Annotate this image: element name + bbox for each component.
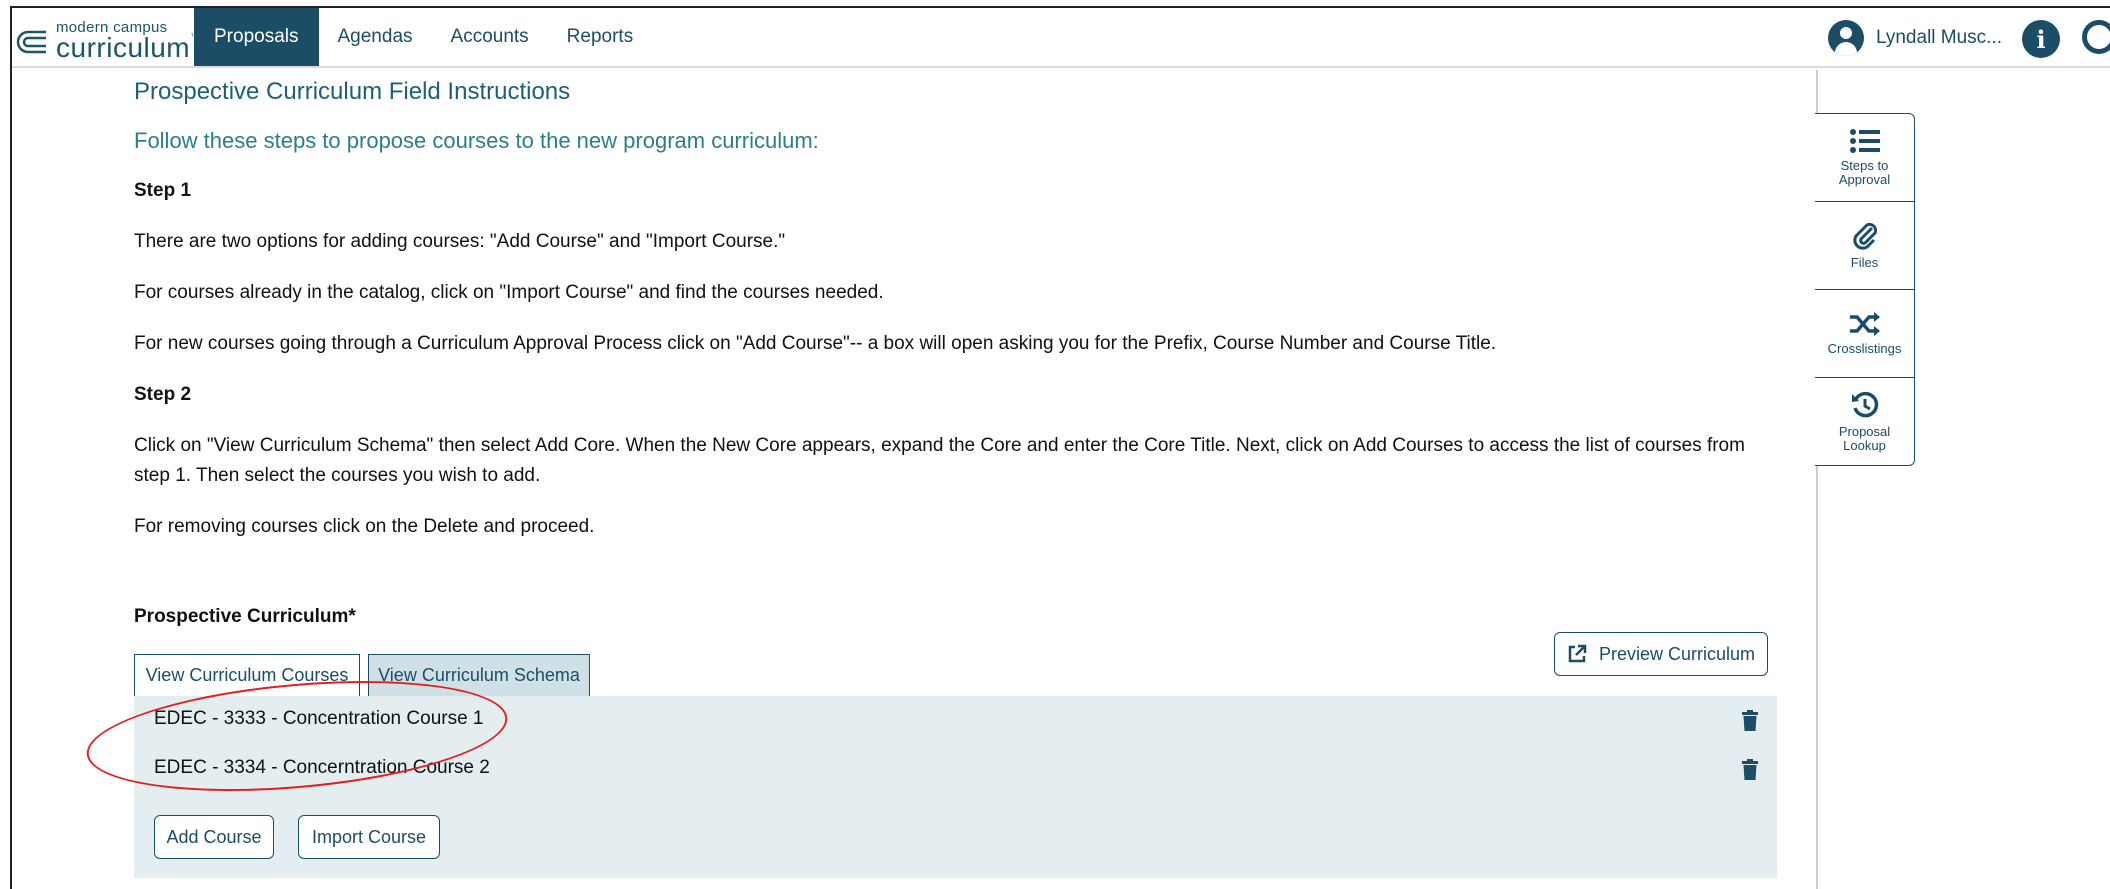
step2-paragraph-1: Click on "View Curriculum Schema" then s… [134,435,1745,486]
rail-files-label: Files [1850,254,1879,270]
delete-trash-icon[interactable] [1742,710,1758,732]
paperclip-icon [1852,222,1877,250]
preview-curriculum-label: Preview Curriculum [1598,643,1756,664]
step1-paragraph-2: For courses already in the catalog, clic… [134,282,884,303]
info-icon[interactable]: i [2022,20,2060,58]
list-icon [1849,128,1880,153]
rail-crosslistings[interactable]: Crosslistings [1815,290,1914,378]
step2-paragraph-2: For removing courses click on the Delete… [134,516,595,537]
history-icon [1851,391,1878,417]
modern-campus-logo[interactable]: modern campus curriculum™ [14,18,198,63]
page-title: Prospective Curriculum Field Instruction… [134,78,571,105]
page-subtitle: Follow these steps to propose courses to… [134,128,819,153]
tab-view-curriculum-courses[interactable]: View Curriculum Courses [134,654,360,696]
add-course-button[interactable]: Add Course [154,815,274,859]
prospective-curriculum-label: Prospective Curriculum* [134,606,356,627]
main-nav: Proposals Agendas Accounts Reports [194,8,652,66]
nav-accounts[interactable]: Accounts [432,8,548,66]
step1-heading: Step 1 [134,180,192,201]
rail-steps-to-approval[interactable]: Steps to Approval [1815,114,1914,202]
step1-paragraph-3: For new courses going through a Curricul… [134,333,1497,354]
step2-heading: Step 2 [134,384,192,405]
external-link-icon [1568,644,1587,663]
course-row: EDEC - 3333 - Concentration Course 1 [154,708,484,729]
rail-crosslistings-label: Crosslistings [1827,340,1902,356]
right-rail-tools: Steps to Approval Files Crosslistings Pr… [1815,113,1915,466]
shuffle-icon [1849,311,1880,336]
nav-reports[interactable]: Reports [548,8,653,66]
import-course-button[interactable]: Import Course [298,815,440,859]
top-navigation-bar: modern campus curriculum™ Proposals Agen… [12,8,2110,68]
rail-proposal-lookup-label: Proposal Lookup [1838,423,1891,453]
tab-view-curriculum-schema[interactable]: View Curriculum Schema [368,654,590,696]
step1-paragraph-1: There are two options for adding courses… [134,231,786,252]
logo-big-text: curriculum™ [56,32,198,63]
rail-steps-label: Steps to Approval [1838,157,1891,187]
rail-files[interactable]: Files [1815,202,1914,290]
rail-proposal-lookup[interactable]: Proposal Lookup [1815,378,1914,465]
preview-curriculum-button[interactable]: Preview Curriculum [1554,632,1768,676]
delete-trash-icon[interactable] [1742,759,1758,781]
logo-mark-icon [16,30,46,54]
search-icon[interactable] [2082,20,2110,54]
nav-proposals[interactable]: Proposals [194,8,319,66]
nav-agendas[interactable]: Agendas [319,8,432,66]
user-name: Lyndall Musc... [1876,27,2003,48]
user-menu[interactable]: Lyndall Musc... [1828,18,2002,58]
avatar-icon [1828,20,1864,56]
course-row: EDEC - 3334 - Concerntration Course 2 [154,757,490,778]
